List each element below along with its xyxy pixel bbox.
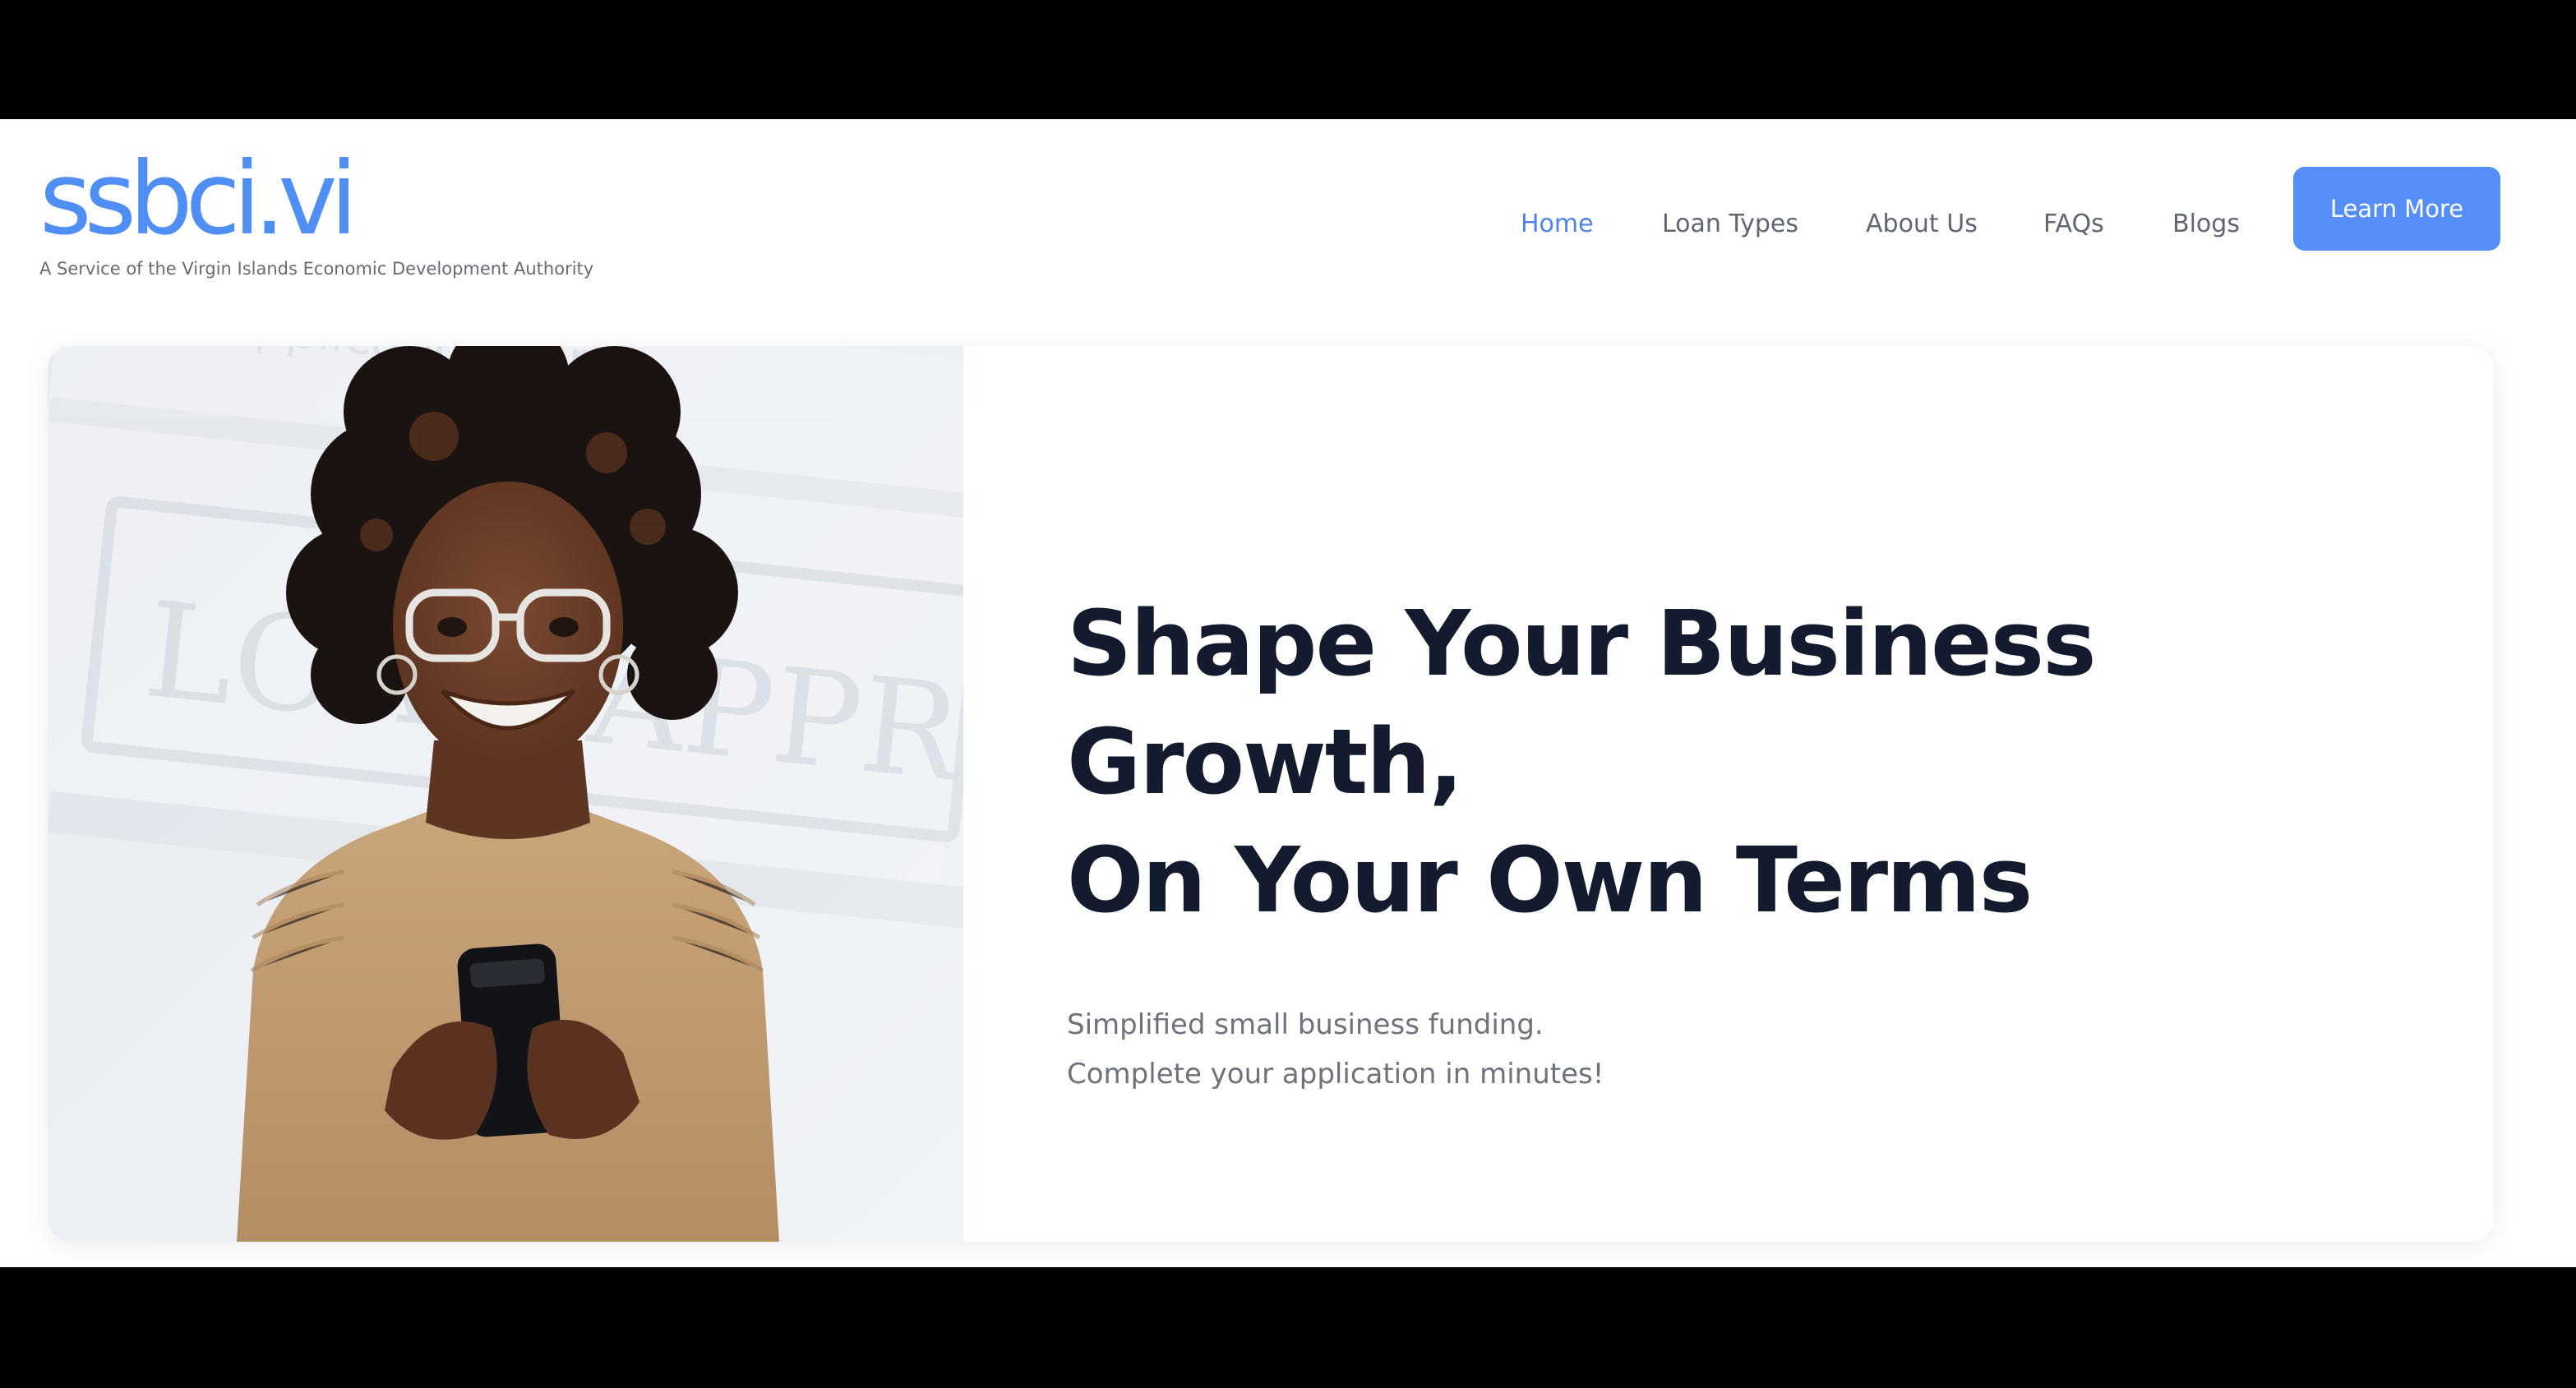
site-logo[interactable]: ssbci.vi A Service of the Virgin Islands… [39,149,593,279]
hero-illustration: LOAN APPROV Application Form [48,346,963,1242]
hero-photo: LOAN APPROV Application Form [48,346,963,1242]
nav-link-about-us[interactable]: About Us [1866,191,1978,257]
hero-title-line-1: Shape Your Business Growth, [1067,591,2097,814]
logo-tagline: A Service of the Virgin Islands Economic… [39,259,594,279]
nav-link-home[interactable]: Home [1521,191,1594,257]
letterbox-top [0,0,2576,119]
learn-more-button[interactable]: Learn More [2293,167,2500,251]
hero-subtitle-line-2: Complete your application in minutes! [1067,1058,1604,1091]
page: ssbci.vi A Service of the Virgin Islands… [0,119,2576,1267]
hero-card: LOAN APPROV Application Form [48,346,2494,1242]
hero-title: Shape Your Business Growth, On Your Own … [1067,584,2423,939]
hero-subtitle: Simplified small business funding. Compl… [1067,1000,2423,1099]
nav-link-blogs[interactable]: Blogs [2172,191,2240,257]
logo-wordmark: ssbci.vi [39,141,358,257]
nav-link-faqs[interactable]: FAQs [2043,191,2104,257]
letterbox-bottom [0,1267,2576,1388]
hero-text: Shape Your Business Growth, On Your Own … [1067,584,2423,1099]
hero-subtitle-line-1: Simplified small business funding. [1067,1008,1544,1041]
hero-title-line-2: On Your Own Terms [1067,828,2033,933]
nav-link-loan-types[interactable]: Loan Types [1662,191,1798,257]
